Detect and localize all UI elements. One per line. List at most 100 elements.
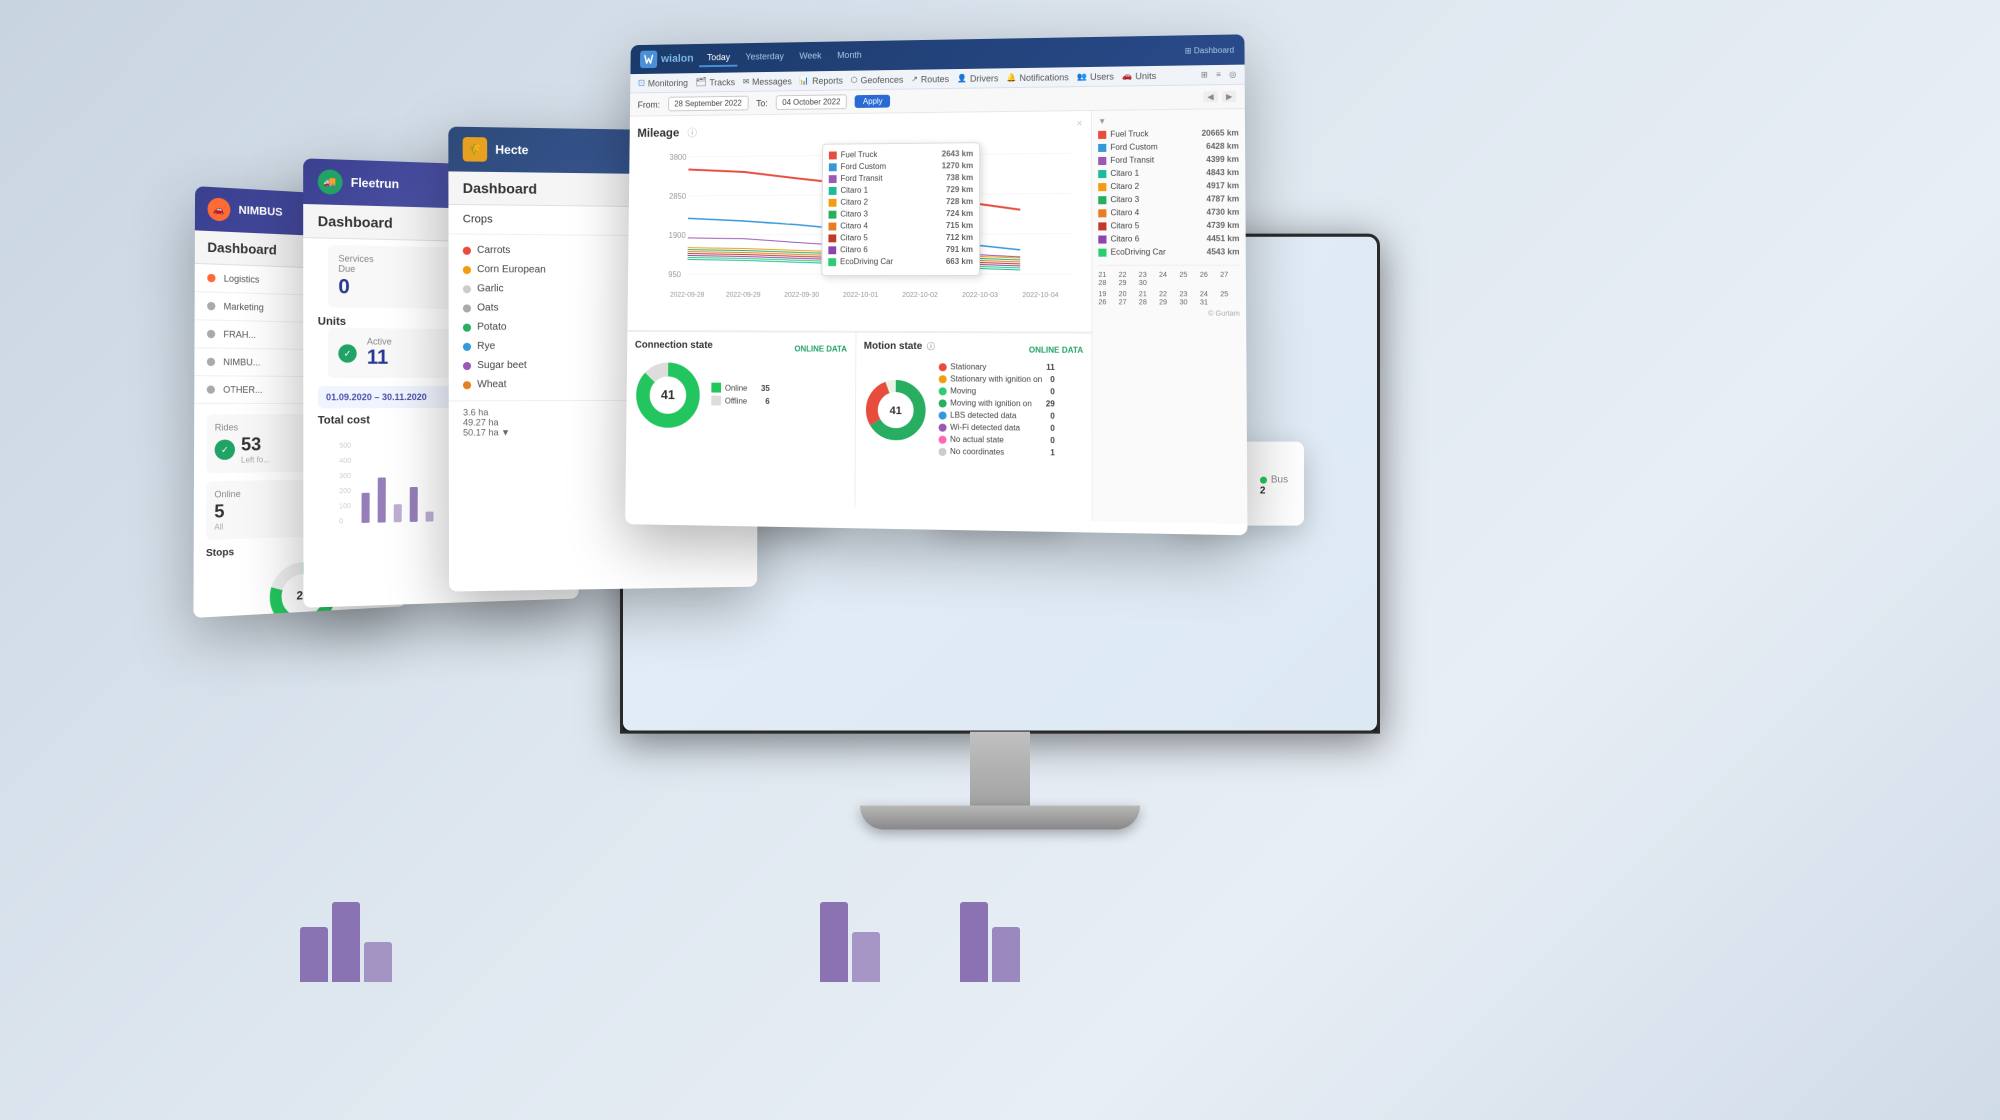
wialon-main-content: Mileage ⓘ ✕ Fuel Truck 2643 km Ford	[625, 109, 1247, 524]
calendar-grid-2: 19202122232425 262728293031	[1098, 291, 1239, 306]
svg-text:100: 100	[339, 503, 351, 510]
chart-title: Mileage ⓘ	[637, 124, 697, 142]
hecte-title: Dashboard	[463, 180, 537, 197]
connection-donut-container: 41 Online 35 Offline 6	[634, 360, 847, 431]
nav-notifications[interactable]: 🔔 Notifications	[1006, 72, 1068, 83]
motion-legend: Stationary 11 Stationary with ignition o…	[938, 362, 1055, 460]
legend-offline: Offline 6	[711, 395, 769, 405]
apply-button[interactable]: Apply	[855, 95, 890, 108]
sidebar-legend-citaro4: Citaro 4 4730 km	[1098, 208, 1239, 218]
tab-month[interactable]: Month	[829, 47, 869, 65]
bottom-panels: Connection state ONLINE DATA 41	[625, 331, 1091, 511]
motion-stationary: Stationary 11	[938, 362, 1055, 372]
sidebar-legend-ford-custom: Ford Custom 6428 km	[1098, 142, 1239, 152]
legend-ecodriving: EcoDriving Car 663 km	[828, 257, 973, 266]
svg-text:2022-09-30: 2022-09-30	[784, 292, 819, 299]
date-bar-icons: ◀ ▶	[1203, 91, 1236, 103]
nav-drivers[interactable]: 👤 Drivers	[957, 73, 998, 84]
legend-fuel-truck: Fuel Truck 2643 km	[829, 149, 973, 159]
wialon-header-icons: ⊞ Dashboard	[1185, 45, 1235, 55]
tab-today[interactable]: Today	[699, 49, 738, 67]
calendar-area: 21222324252627 282930 19202122232425 262…	[1098, 265, 1239, 307]
wialon-panel: wialon Today Yesterday Week Month ⊞ Dash…	[625, 34, 1247, 535]
purple-bars-mid	[820, 902, 880, 982]
chart-close[interactable]: ✕	[1076, 119, 1083, 128]
to-date-input[interactable]: 04 October 2022	[775, 94, 847, 110]
monitor-stand-neck	[970, 732, 1030, 812]
sidebar-header: ▼	[1098, 115, 1239, 126]
rides-icon: ✓	[215, 440, 235, 461]
svg-text:3800: 3800	[669, 153, 687, 162]
nav-monitoring[interactable]: ⊡ Monitoring	[638, 77, 688, 88]
svg-text:2022-09-29: 2022-09-29	[726, 292, 761, 299]
nav-units[interactable]: 🚗 Units	[1122, 70, 1156, 81]
monitor-donut-3-label: Bus	[1260, 475, 1288, 486]
legend-citaro2: Citaro 2 728 km	[829, 197, 974, 207]
nimbus-title: Dashboard	[207, 239, 276, 257]
purple-bar-1	[300, 927, 328, 982]
nav-routes[interactable]: ↗ Routes	[911, 74, 949, 84]
motion-no-actual: No actual state 0	[938, 435, 1055, 445]
motion-wifi: Wi-Fi detected data 0	[938, 423, 1055, 433]
sidebar-legend-citaro1: Citaro 1 4843 km	[1098, 168, 1239, 178]
legend-citaro4: Citaro 4 715 km	[828, 221, 973, 231]
purple-bar-mid-2	[852, 932, 880, 982]
wialon-tabs: Today Yesterday Week Month	[699, 47, 869, 67]
connection-donut-chart: 41	[634, 360, 702, 430]
monitor-donut-3-num: 2	[1260, 486, 1288, 497]
motion-no-coords: No coordinates 1	[938, 447, 1055, 458]
nav-icons-right: ⊞ ≡ ◎	[1201, 70, 1237, 80]
purple-bars-left	[300, 902, 392, 982]
units-badge: ✓	[338, 344, 356, 362]
rides-sub: Left fo...	[241, 455, 270, 464]
svg-text:41: 41	[889, 404, 901, 416]
sidebar-legend-citaro2: Citaro 2 4917 km	[1098, 181, 1239, 191]
motion-donut-container: 41 Stationary 11 Stationary with ignitio…	[863, 362, 1083, 461]
purple-bar-right-2	[992, 927, 1020, 982]
wialon-chart-area: Mileage ⓘ ✕ Fuel Truck 2643 km Ford	[625, 111, 1091, 521]
legend-citaro5: Citaro 5 712 km	[828, 233, 973, 242]
from-date-input[interactable]: 28 September 2022	[668, 96, 749, 112]
to-label: To:	[756, 98, 768, 108]
chart-legend-popup: Fuel Truck 2643 km Ford Custom 1270 km F…	[821, 142, 980, 276]
svg-text:2022-10-03: 2022-10-03	[962, 292, 998, 299]
svg-text:500: 500	[339, 443, 351, 450]
svg-text:1900: 1900	[669, 231, 687, 240]
svg-text:400: 400	[339, 458, 351, 465]
fleetrun-title: Dashboard	[318, 213, 393, 231]
sidebar-legend-list: Fuel Truck 20665 km Ford Custom 6428 km …	[1098, 128, 1239, 256]
fleetrun-logo-text: Fleetrun	[351, 175, 399, 191]
nav-users[interactable]: 👥 Users	[1077, 71, 1114, 82]
svg-text:2022-10-04: 2022-10-04	[1022, 292, 1058, 299]
tab-yesterday[interactable]: Yesterday	[738, 48, 792, 66]
wialon-logo-icon	[640, 51, 657, 69]
purple-bars-right	[960, 902, 1020, 982]
sidebar-legend-citaro5: Citaro 5 4739 km	[1098, 221, 1239, 231]
motion-stationary-ignition: Stationary with ignition on 0	[938, 374, 1055, 384]
tab-week[interactable]: Week	[791, 48, 829, 66]
legend-citaro3: Citaro 3 724 km	[829, 209, 974, 219]
sidebar-legend-fuel-truck: Fuel Truck 20665 km	[1098, 128, 1239, 139]
svg-text:2022-10-02: 2022-10-02	[902, 292, 938, 299]
sidebar-legend-ecodriving: EcoDriving Car 4543 km	[1098, 247, 1239, 256]
svg-text:2022-10-01: 2022-10-01	[843, 292, 879, 299]
nav-messages[interactable]: ✉ Messages	[743, 76, 792, 86]
wialon-logo-text: wialon	[661, 53, 694, 65]
mileage-chart: Mileage ⓘ ✕ Fuel Truck 2643 km Ford	[627, 111, 1091, 333]
nav-reports[interactable]: 📊 Reports	[800, 75, 843, 85]
motion-moving-ignition: Moving with ignition on 29	[938, 398, 1055, 408]
connection-online-badge: ONLINE DATA	[794, 344, 847, 353]
legend-citaro6: Citaro 6 791 km	[828, 245, 973, 254]
sidebar-legend-citaro6: Citaro 6 4451 km	[1098, 234, 1239, 244]
motion-moving: Moving 0	[938, 386, 1055, 396]
nav-geofences[interactable]: ⬡ Geofences	[851, 74, 904, 85]
nav-tracks[interactable]: 🗂 Tracks	[696, 76, 736, 87]
units-active-label: Active	[367, 336, 392, 346]
units-value: 11	[367, 347, 392, 370]
purple-bar-3	[364, 942, 392, 982]
hecte-logo-icon: 🌾	[463, 137, 487, 162]
legend-online: Online 35	[711, 383, 769, 393]
svg-text:0: 0	[339, 518, 343, 525]
legend-ford-custom: Ford Custom 1270 km	[829, 161, 973, 171]
nimbus-logo-icon: 🚗	[207, 197, 230, 221]
